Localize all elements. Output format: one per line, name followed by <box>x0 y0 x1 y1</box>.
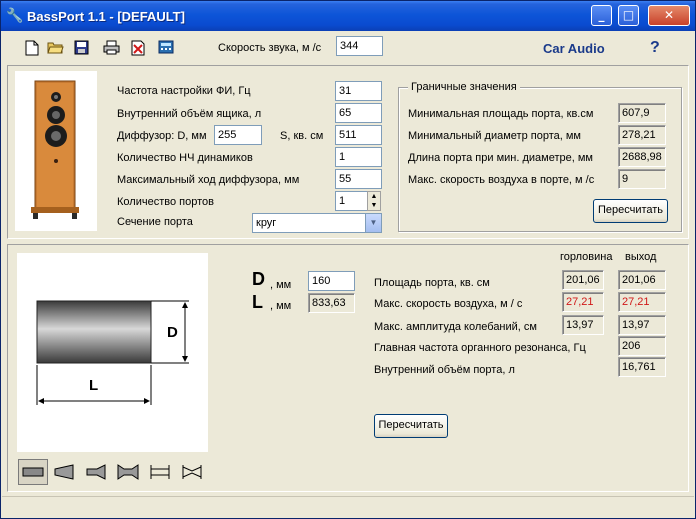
window-title: BassPort 1.1 - [DEFAULT] <box>27 9 185 24</box>
minimize-button[interactable]: _ <box>591 5 612 26</box>
port-recalculate-button[interactable]: Пересчитать <box>374 414 448 438</box>
exit-column-header: выход <box>625 251 657 263</box>
port-length-value: 833,63 <box>308 293 355 313</box>
toolbar: Скорость звука, м /с 344 Car Audio ? <box>2 31 694 64</box>
box-volume-input[interactable]: 65 <box>335 103 382 123</box>
limits-title: Граничные значения <box>408 81 520 93</box>
organ-resonance-label: Главная частота органного резонанса, Гц <box>374 342 586 354</box>
limit-value: 607,9 <box>618 103 666 123</box>
port-l-unit: , мм <box>270 300 292 312</box>
maximize-button[interactable]: □ <box>618 5 639 26</box>
limits-recalculate-button[interactable]: Пересчитать <box>593 199 668 223</box>
port-section-select[interactable]: круг ▼ <box>252 213 382 233</box>
tuning-frequency-input[interactable]: 31 <box>335 81 382 101</box>
diffuser-s-label: S, кв. см <box>280 130 324 142</box>
chevron-down-icon[interactable]: ▼ <box>365 214 381 232</box>
car-audio-link[interactable]: Car Audio <box>543 41 605 56</box>
save-icon[interactable] <box>73 40 90 57</box>
speed-of-sound-label: Скорость звука, м /с <box>218 42 322 54</box>
diffuser-d-input[interactable]: 255 <box>214 125 262 145</box>
limit-label: Минимальный диаметр порта, мм <box>408 130 581 142</box>
open-folder-icon[interactable] <box>47 40 64 57</box>
app-window: 🔧 BassPort 1.1 - [DEFAULT] _ □ ✕ Скорост… <box>0 0 696 519</box>
straight-port-button[interactable] <box>18 459 48 485</box>
help-icon[interactable]: ? <box>650 39 660 57</box>
close-button[interactable]: ✕ <box>648 5 690 26</box>
limit-label: Минимальная площадь порта, кв.см <box>408 108 594 120</box>
air-speed-throat: 27,21 <box>562 292 604 312</box>
diagram-d-label: D <box>167 324 178 341</box>
port-volume-value: 16,761 <box>618 357 666 377</box>
driver-count-label: Количество НЧ динамиков <box>117 152 253 164</box>
diffuser-d-label: Диффузор: D, мм <box>117 130 207 142</box>
limit-label: Макс. скорость воздуха в порте, м /с <box>408 174 595 186</box>
print-icon[interactable] <box>103 40 120 57</box>
limit-value: 9 <box>618 169 666 189</box>
limit-label: Длина порта при мин. диаметре, мм <box>408 152 593 164</box>
spin-down-icon[interactable]: ▼ <box>368 201 380 210</box>
speed-of-sound-input[interactable]: 344 <box>336 36 383 56</box>
hourglass-port-button[interactable] <box>177 459 207 485</box>
port-section-label: Сечение порта <box>117 216 193 228</box>
port-area-label: Площадь порта, кв. см <box>374 277 490 289</box>
throat-column-header: горловина <box>560 251 613 263</box>
port-l-letter: L <box>252 292 263 312</box>
delete-icon[interactable] <box>129 40 146 57</box>
double-flared-port-button[interactable] <box>113 459 143 485</box>
diffuser-s-input[interactable]: 511 <box>335 125 382 145</box>
box-volume-label: Внутренний объём ящика, л <box>117 108 262 120</box>
port-count-label: Количество портов <box>117 196 214 208</box>
port-area-throat: 201,06 <box>562 270 604 290</box>
new-file-icon[interactable] <box>23 40 40 57</box>
amplitude-throat: 13,97 <box>562 315 604 335</box>
max-excursion-input[interactable]: 55 <box>335 169 382 189</box>
port-count-spinner[interactable]: ▲ ▼ <box>367 191 381 211</box>
driver-count-input[interactable]: 1 <box>335 147 382 167</box>
amplitude-label: Макс. амплитуда колебаний, см <box>374 321 537 333</box>
conical-port-button[interactable] <box>49 459 79 485</box>
port-section-value: круг <box>256 217 277 229</box>
port-diameter-input[interactable]: 160 <box>308 271 355 291</box>
port-count-input[interactable]: 1 <box>335 191 368 211</box>
flanged-port-button[interactable] <box>145 459 175 485</box>
wrench-icon: 🔧 <box>6 8 24 24</box>
spin-up-icon[interactable]: ▲ <box>368 192 380 201</box>
port-area-exit: 201,06 <box>618 270 666 290</box>
diagram-l-label: L <box>89 377 99 394</box>
port-volume-label: Внутренний объём порта, л <box>374 364 515 376</box>
port-diagram: D L <box>17 253 208 452</box>
speaker-image <box>15 71 97 231</box>
calculator-icon[interactable] <box>157 40 174 57</box>
amplitude-exit: 13,97 <box>618 315 666 335</box>
port-d-unit: , мм <box>270 279 292 291</box>
air-speed-label: Макс. скорость воздуха, м / с <box>374 298 523 310</box>
status-bar <box>2 496 694 518</box>
flared-exit-port-button[interactable] <box>81 459 111 485</box>
title-bar[interactable]: 🔧 BassPort 1.1 - [DEFAULT] _ □ ✕ <box>1 1 695 31</box>
port-d-letter: D <box>252 269 265 289</box>
limit-value: 278,21 <box>618 125 666 145</box>
tuning-frequency-label: Частота настройки ФИ, Гц <box>117 85 251 97</box>
organ-resonance-value: 206 <box>618 336 666 356</box>
air-speed-exit: 27,21 <box>618 292 666 312</box>
limit-value: 2688,98 <box>618 147 666 167</box>
max-excursion-label: Максимальный ход диффузора, мм <box>117 174 300 186</box>
